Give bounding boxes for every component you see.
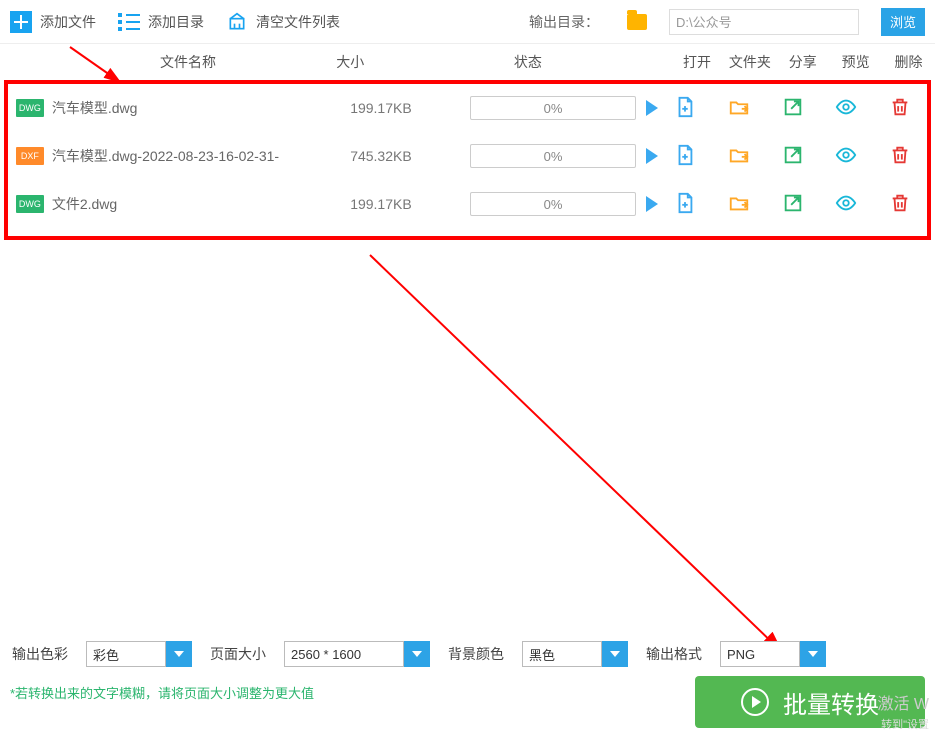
- delete-button[interactable]: [873, 144, 927, 169]
- header-preview: 预览: [829, 52, 882, 72]
- folder-open-icon: [728, 96, 750, 118]
- folder-open-icon: [728, 144, 750, 166]
- annotation-arrow-diag: [360, 250, 800, 670]
- file-name: 汽车模型.dwg-2022-08-23-16-02-31-: [52, 146, 350, 166]
- share-icon: [782, 192, 804, 214]
- column-headers: 文件名称 大小 状态 打开 文件夹 分享 预览 删除: [0, 44, 935, 80]
- page-size-select[interactable]: [284, 641, 430, 667]
- header-delete: 删除: [882, 52, 935, 72]
- filetype-badge: DXF: [16, 147, 44, 165]
- share-button[interactable]: [766, 192, 820, 217]
- delete-button[interactable]: [873, 96, 927, 121]
- output-color-value[interactable]: [86, 641, 166, 667]
- add-dir-button[interactable]: 添加目录: [118, 12, 204, 32]
- share-icon: [782, 144, 804, 166]
- watermark-text-small: 转到"设置: [881, 716, 929, 732]
- plus-icon: [10, 11, 32, 33]
- progress-bar: 0%: [470, 192, 637, 216]
- file-row: DXF 汽车模型.dwg-2022-08-23-16-02-31- 745.32…: [8, 132, 927, 180]
- file-icon: [674, 144, 696, 166]
- output-format-select[interactable]: [720, 641, 826, 667]
- output-format-value[interactable]: [720, 641, 800, 667]
- folder-open-icon: [728, 192, 750, 214]
- share-button[interactable]: [766, 96, 820, 121]
- share-button[interactable]: [766, 144, 820, 169]
- settings-bar: 输出色彩 页面大小 背景颜色 输出格式: [0, 634, 935, 674]
- delete-button[interactable]: [873, 192, 927, 217]
- file-list-highlight: DWG 汽车模型.dwg 199.17KB 0% DXF 汽车模型.dwg-20…: [4, 80, 931, 240]
- output-dir-input[interactable]: [669, 9, 859, 35]
- eye-icon: [835, 192, 857, 214]
- browse-button[interactable]: 浏览: [881, 8, 925, 36]
- share-icon: [782, 96, 804, 118]
- filetype-badge: DWG: [16, 195, 44, 213]
- folder-icon: [627, 14, 647, 30]
- clear-list-label: 清空文件列表: [256, 12, 340, 32]
- output-color-label: 输出色彩: [12, 644, 68, 664]
- trash-icon: [889, 144, 911, 166]
- open-button[interactable]: [658, 96, 712, 121]
- add-file-button[interactable]: 添加文件: [10, 11, 96, 33]
- list-icon: [118, 13, 140, 31]
- batch-convert-label: 批量转换: [783, 685, 879, 720]
- preview-button[interactable]: [820, 144, 874, 169]
- eye-icon: [835, 96, 857, 118]
- filetype-badge: DWG: [16, 99, 44, 117]
- bg-color-select[interactable]: [522, 641, 628, 667]
- top-toolbar: 添加文件 添加目录 清空文件列表 输出目录： 浏览: [0, 0, 935, 44]
- output-dir-label: 输出目录：: [529, 12, 599, 32]
- preview-button[interactable]: [820, 192, 874, 217]
- chevron-down-icon[interactable]: [602, 641, 628, 667]
- play-circle-icon: [741, 688, 769, 716]
- file-row: DWG 汽车模型.dwg 199.17KB 0%: [8, 84, 927, 132]
- page-size-value[interactable]: [284, 641, 404, 667]
- open-button[interactable]: [658, 144, 712, 169]
- trash-icon: [889, 192, 911, 214]
- clear-list-button[interactable]: 清空文件列表: [226, 12, 340, 32]
- play-icon[interactable]: [646, 100, 658, 116]
- bg-color-value[interactable]: [522, 641, 602, 667]
- file-name: 文件2.dwg: [52, 194, 350, 214]
- play-icon[interactable]: [646, 196, 658, 212]
- play-icon[interactable]: [646, 148, 658, 164]
- file-icon: [674, 192, 696, 214]
- file-size: 199.17KB: [350, 100, 469, 116]
- page-size-label: 页面大小: [210, 644, 266, 664]
- hint-text: *若转换出来的文字模糊，请将页面大小调整为更大值: [10, 683, 314, 702]
- header-size: 大小: [336, 52, 454, 72]
- header-status: 状态: [454, 52, 671, 72]
- add-file-label: 添加文件: [40, 12, 96, 32]
- header-open: 打开: [671, 52, 724, 72]
- chevron-down-icon[interactable]: [404, 641, 430, 667]
- output-format-label: 输出格式: [646, 644, 702, 664]
- watermark-text: 激活 W: [877, 690, 929, 714]
- header-share: 分享: [776, 52, 829, 72]
- open-button[interactable]: [658, 192, 712, 217]
- folder-button[interactable]: [712, 144, 766, 169]
- folder-button[interactable]: [712, 96, 766, 121]
- progress-bar: 0%: [470, 144, 637, 168]
- trash-icon: [889, 96, 911, 118]
- file-name: 汽车模型.dwg: [52, 98, 350, 118]
- file-size: 745.32KB: [350, 148, 469, 164]
- file-size: 199.17KB: [350, 196, 469, 212]
- add-dir-label: 添加目录: [148, 12, 204, 32]
- preview-button[interactable]: [820, 96, 874, 121]
- output-color-select[interactable]: [86, 641, 192, 667]
- trash-building-icon: [226, 12, 248, 32]
- bg-color-label: 背景颜色: [448, 644, 504, 664]
- eye-icon: [835, 144, 857, 166]
- progress-bar: 0%: [470, 96, 637, 120]
- header-folder: 文件夹: [723, 52, 776, 72]
- chevron-down-icon[interactable]: [800, 641, 826, 667]
- header-name: 文件名称: [40, 52, 336, 72]
- file-icon: [674, 96, 696, 118]
- folder-button[interactable]: [712, 192, 766, 217]
- file-row: DWG 文件2.dwg 199.17KB 0%: [8, 180, 927, 228]
- chevron-down-icon[interactable]: [166, 641, 192, 667]
